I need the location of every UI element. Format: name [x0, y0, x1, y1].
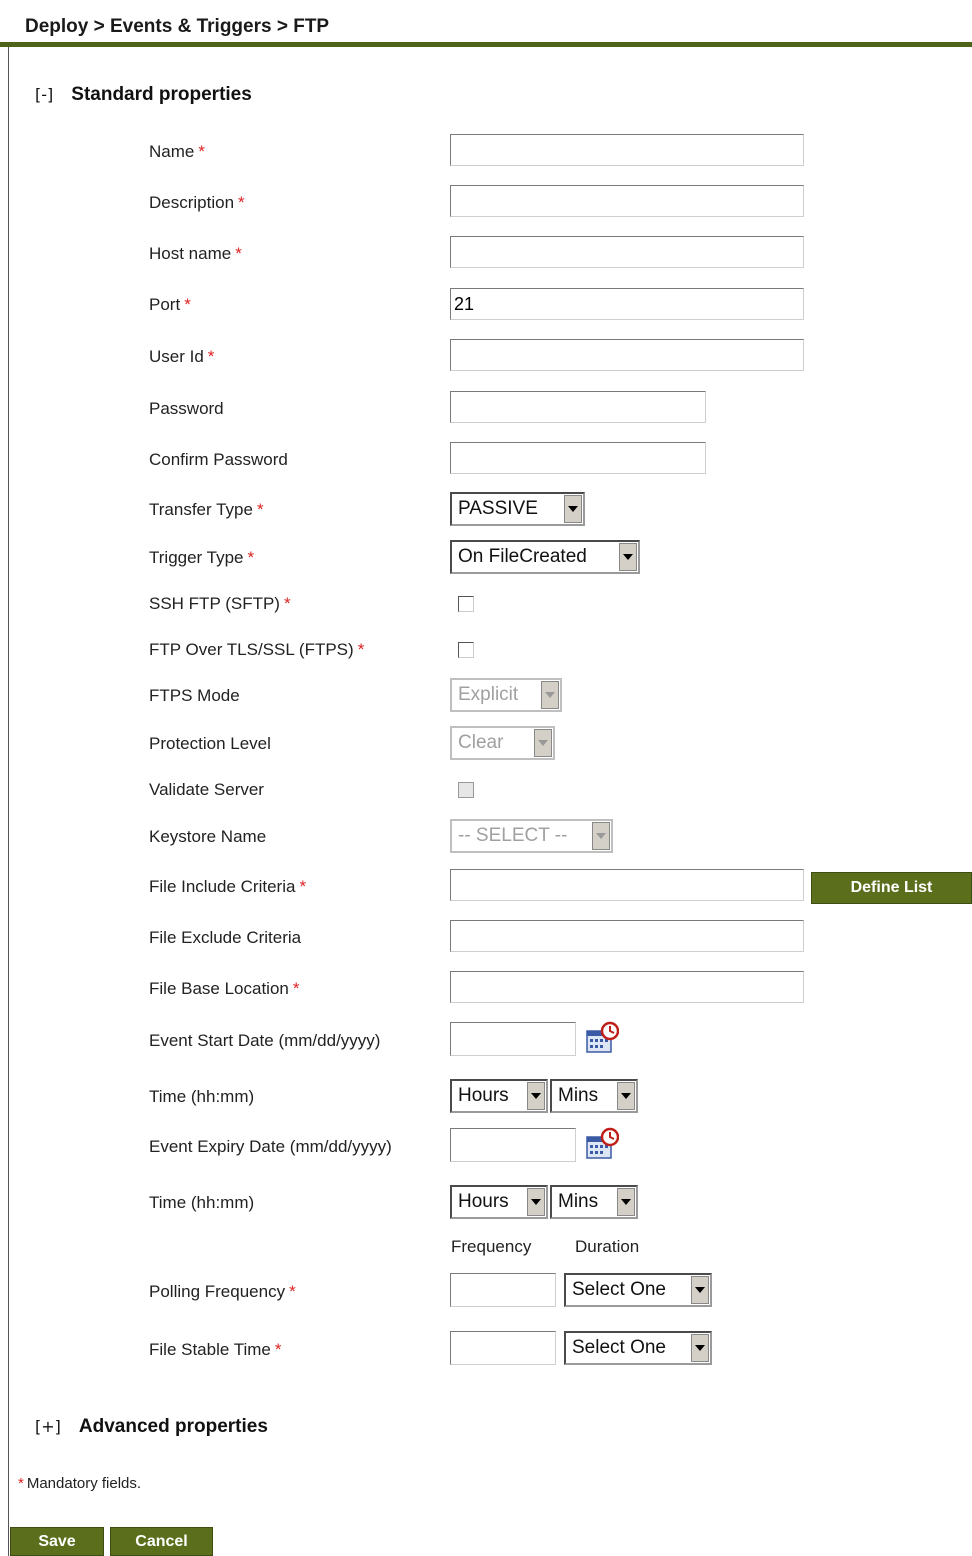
- confirm-password-input[interactable]: [450, 442, 706, 474]
- breadcrumb: Deploy > Events & Triggers > FTP: [25, 16, 330, 37]
- password-input[interactable]: [450, 391, 706, 423]
- trigger-type-label: Trigger Type *: [149, 548, 255, 567]
- file-stable-time-input[interactable]: [450, 1331, 556, 1365]
- file-base-location-input[interactable]: [450, 971, 804, 1003]
- start-mins-select[interactable]: Mins: [550, 1079, 638, 1113]
- section-title: Standard properties: [71, 84, 252, 105]
- expiry-mins-value: Mins: [558, 1191, 599, 1212]
- calendar-icon[interactable]: [585, 1127, 619, 1161]
- name-input[interactable]: [450, 134, 804, 166]
- start-hours-value: Hours: [458, 1085, 509, 1106]
- event-expiry-date-label: Event Expiry Date (mm/dd/yyyy): [149, 1137, 392, 1156]
- keystore-name-label: Keystore Name: [149, 827, 267, 846]
- expiry-mins-select[interactable]: Mins: [550, 1185, 638, 1219]
- port-label: Port *: [149, 295, 191, 314]
- chevron-down-icon[interactable]: [691, 1334, 709, 1362]
- frequency-column-header: Frequency: [451, 1237, 532, 1256]
- start-time-label: Time (hh:mm): [149, 1087, 255, 1106]
- ftps-mode-label: FTPS Mode: [149, 686, 240, 705]
- transfer-type-label: Transfer Type *: [149, 500, 264, 519]
- expiry-hours-value: Hours: [458, 1191, 509, 1212]
- section-title: Advanced properties: [78, 1416, 268, 1437]
- protection-level-select: Clear: [450, 726, 555, 760]
- validate-server-label: Validate Server: [149, 780, 264, 799]
- mandatory-note: * Mandatory fields.: [18, 1475, 142, 1492]
- advanced-properties-header[interactable]: [+] Advanced properties: [35, 1416, 268, 1438]
- chevron-down-icon[interactable]: [617, 1082, 635, 1110]
- userid-input[interactable]: [450, 339, 804, 371]
- file-base-location-label: File Base Location *: [149, 979, 300, 998]
- page-header: Deploy > Events & Triggers > FTP: [0, 0, 972, 47]
- start-mins-value: Mins: [558, 1085, 599, 1106]
- ftps-mode-value: Explicit: [458, 684, 519, 705]
- chevron-down-icon: [534, 729, 552, 757]
- validate-server-checkbox: [458, 782, 474, 798]
- chevron-down-icon[interactable]: [619, 543, 637, 571]
- keystore-name-select: -- SELECT --: [450, 819, 613, 853]
- chevron-down-icon[interactable]: [527, 1082, 545, 1110]
- hostname-label: Host name *: [149, 244, 242, 263]
- save-button[interactable]: Save: [10, 1527, 104, 1556]
- protection-level-label: Protection Level: [149, 734, 271, 753]
- stable-duration-select[interactable]: Select One: [564, 1331, 712, 1365]
- event-start-date-input[interactable]: [450, 1022, 576, 1056]
- chevron-down-icon[interactable]: [617, 1188, 635, 1216]
- polling-duration-select[interactable]: Select One: [564, 1273, 712, 1307]
- expand-toggle[interactable]: [+]: [35, 1417, 61, 1436]
- event-expiry-date-input[interactable]: [450, 1128, 576, 1162]
- chevron-down-icon[interactable]: [527, 1188, 545, 1216]
- polling-frequency-input[interactable]: [450, 1273, 556, 1307]
- cancel-button[interactable]: Cancel: [110, 1527, 213, 1556]
- calendar-icon[interactable]: [585, 1021, 619, 1055]
- ftps-mode-select: Explicit: [450, 678, 562, 712]
- expiry-hours-select[interactable]: Hours: [450, 1185, 548, 1219]
- file-include-input[interactable]: [450, 869, 804, 901]
- start-hours-select[interactable]: Hours: [450, 1079, 548, 1113]
- chevron-down-icon[interactable]: [564, 495, 582, 523]
- stable-duration-value: Select One: [572, 1337, 666, 1358]
- chevron-down-icon: [592, 822, 610, 850]
- confirm-password-label: Confirm Password: [149, 450, 288, 469]
- name-label: Name *: [149, 142, 205, 161]
- file-exclude-label: File Exclude Criteria: [149, 928, 302, 947]
- transfer-type-select[interactable]: PASSIVE: [450, 492, 585, 526]
- ftps-label: FTP Over TLS/SSL (FTPS) *: [149, 640, 365, 659]
- description-label: Description *: [149, 193, 245, 212]
- protection-level-value: Clear: [458, 732, 504, 753]
- file-exclude-input[interactable]: [450, 920, 804, 952]
- expiry-time-label: Time (hh:mm): [149, 1193, 255, 1212]
- event-start-date-label: Event Start Date (mm/dd/yyyy): [149, 1031, 381, 1050]
- transfer-type-value: PASSIVE: [458, 498, 538, 519]
- left-border: [8, 47, 9, 1556]
- file-stable-time-label: File Stable Time *: [149, 1340, 282, 1359]
- chevron-down-icon: [541, 681, 559, 709]
- standard-properties-header[interactable]: [-] Standard properties: [35, 84, 252, 106]
- sftp-label: SSH FTP (SFTP) *: [149, 594, 291, 613]
- sftp-checkbox[interactable]: [458, 596, 474, 612]
- userid-label: User Id *: [149, 347, 215, 366]
- port-input[interactable]: [450, 288, 804, 320]
- ftps-checkbox[interactable]: [458, 642, 474, 658]
- trigger-type-value: On FileCreated: [458, 546, 587, 567]
- file-include-label: File Include Criteria *: [149, 877, 307, 896]
- duration-column-header: Duration: [575, 1237, 640, 1256]
- polling-frequency-label: Polling Frequency *: [149, 1282, 296, 1301]
- keystore-name-value: -- SELECT --: [458, 825, 568, 846]
- hostname-input[interactable]: [450, 236, 804, 268]
- password-label: Password: [149, 399, 224, 418]
- define-list-button[interactable]: Define List: [811, 872, 972, 904]
- description-input[interactable]: [450, 185, 804, 217]
- chevron-down-icon[interactable]: [691, 1276, 709, 1304]
- trigger-type-select[interactable]: On FileCreated: [450, 540, 640, 574]
- collapse-toggle[interactable]: [-]: [35, 85, 53, 104]
- polling-duration-value: Select One: [572, 1279, 666, 1300]
